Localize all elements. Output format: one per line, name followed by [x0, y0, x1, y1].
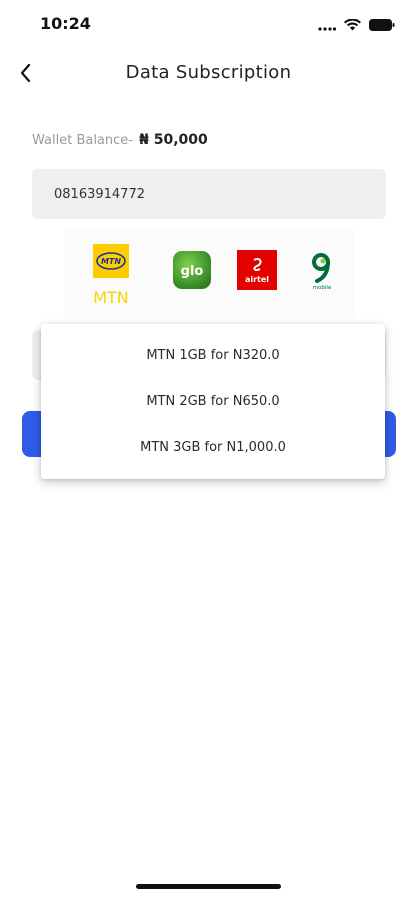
mtn-logo: MTN	[93, 244, 129, 282]
network-option-glo[interactable]: glo	[172, 250, 212, 294]
svg-text:glo: glo	[181, 264, 204, 279]
network-option-mtn[interactable]: MTN MTN	[93, 244, 129, 307]
page-title: Data Subscription	[125, 62, 292, 83]
header: Data Subscription	[0, 52, 417, 96]
signal-icon	[318, 16, 337, 35]
network-option-airtel[interactable]: airtel	[237, 250, 277, 294]
battery-icon	[369, 16, 395, 35]
status-icons	[318, 16, 395, 35]
status-time: 10:24	[40, 14, 91, 33]
glo-logo: glo	[172, 250, 212, 294]
9mobile-logo: mobile	[302, 250, 342, 294]
svg-text:MTN: MTN	[101, 257, 121, 266]
wallet-balance: Wallet Balance- ₦ 50,000	[32, 132, 208, 148]
plan-option-1gb[interactable]: MTN 1GB for N320.0	[41, 332, 385, 378]
network-selector: MTN MTN glo airtel mobile	[64, 228, 354, 318]
wallet-balance-amount: ₦ 50,000	[139, 132, 208, 148]
svg-text:airtel: airtel	[245, 275, 269, 284]
plan-option-3gb[interactable]: MTN 3GB for N1,000.0	[41, 424, 385, 470]
plan-option-2gb[interactable]: MTN 2GB for N650.0	[41, 378, 385, 424]
svg-text:mobile: mobile	[313, 285, 332, 290]
network-option-9mobile[interactable]: mobile	[302, 250, 342, 294]
data-plan-dropdown: MTN 1GB for N320.0 MTN 2GB for N650.0 MT…	[41, 324, 385, 479]
phone-number-input[interactable]: 08163914772	[32, 169, 386, 219]
status-bar: 10:24	[0, 0, 417, 48]
selected-network-label: MTN	[93, 288, 129, 307]
home-indicator[interactable]	[136, 884, 281, 889]
wallet-balance-label: Wallet Balance-	[32, 133, 133, 148]
wifi-icon	[344, 16, 361, 35]
airtel-logo: airtel	[237, 250, 277, 294]
